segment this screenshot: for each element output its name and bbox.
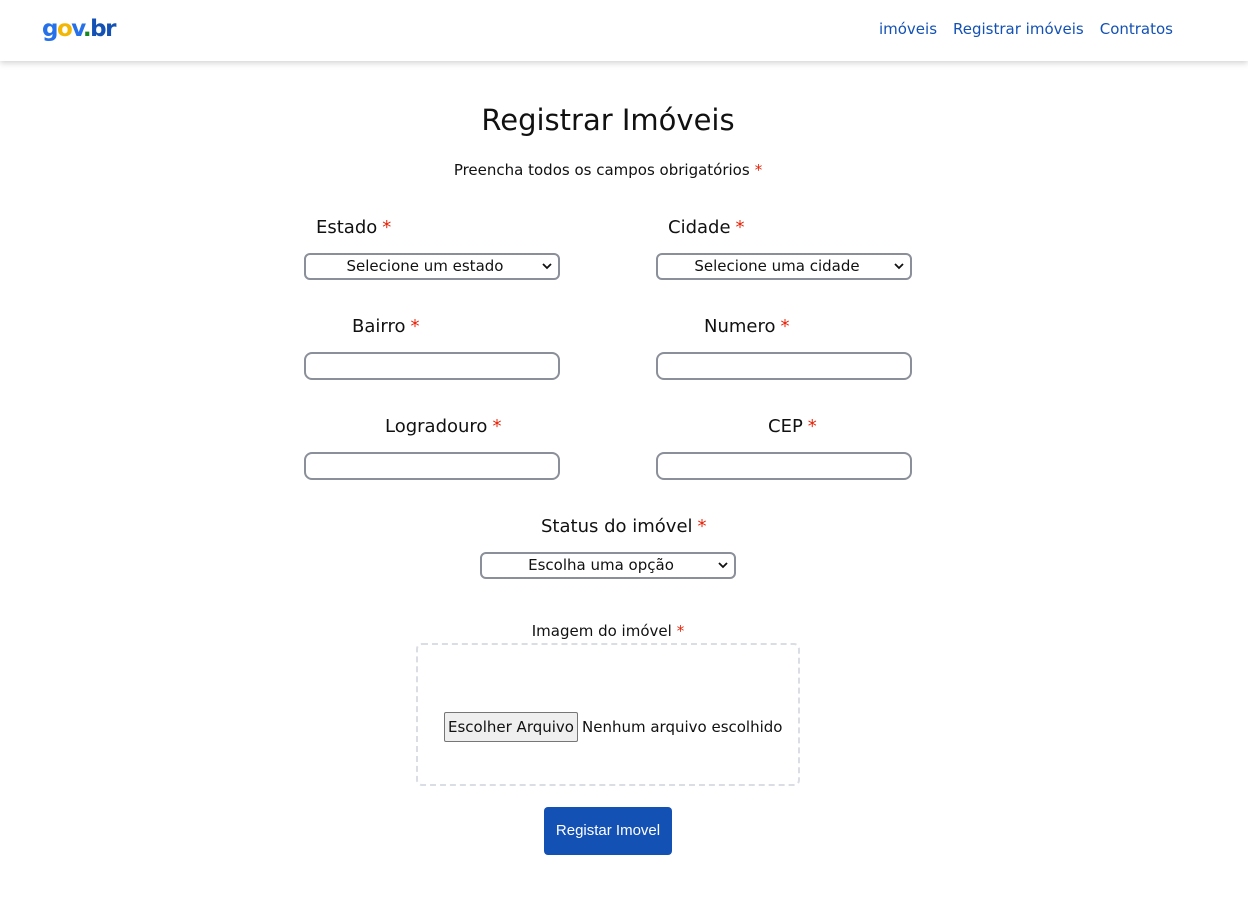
cidade-label-text: Cidade (668, 217, 731, 238)
cep-input[interactable] (656, 452, 912, 480)
register-property-button[interactable]: Registar Imovel (544, 807, 672, 855)
gov-br-logo[interactable]: gov.br (42, 14, 116, 44)
imagem-label: Imagem do imóvel * (416, 621, 800, 641)
required-asterisk: * (807, 416, 817, 437)
imagem-label-text: Imagem do imóvel (531, 622, 672, 640)
required-asterisk: * (754, 161, 763, 179)
required-asterisk: * (697, 516, 707, 537)
numero-label: Numero * (704, 316, 790, 338)
status-label-text: Status do imóvel (541, 516, 693, 537)
cidade-select[interactable]: Selecione uma cidade (656, 253, 912, 280)
form-instructions: Preencha todos os campos obrigatórios * (0, 160, 1216, 180)
status-label: Status do imóvel * (541, 516, 707, 538)
nav-link-contratos[interactable]: Contratos (1100, 19, 1173, 39)
logradouro-label-text: Logradouro (385, 416, 488, 437)
logradouro-label: Logradouro * (385, 416, 501, 438)
required-asterisk: * (780, 316, 790, 337)
numero-input[interactable] (656, 352, 912, 380)
page-title: Registrar Imóveis (481, 103, 735, 137)
numero-label-text: Numero (704, 316, 776, 337)
cep-label: CEP * (768, 416, 817, 438)
top-header: gov.br imóveis Registrar imóveis Contrat… (0, 0, 1248, 61)
logo-letter-v: v (71, 16, 84, 42)
logo-letters-br: br (90, 16, 116, 42)
file-status-text: Nenhum arquivo escolhido (582, 718, 783, 736)
main-nav: imóveis Registrar imóveis Contratos (879, 19, 1173, 39)
estado-select[interactable]: Selecione um estado (304, 253, 560, 280)
cep-label-text: CEP (768, 416, 803, 437)
status-select[interactable]: Escolha uma opção (480, 552, 736, 579)
chevron-down-icon (542, 263, 552, 270)
estado-label-text: Estado (316, 217, 378, 238)
status-select-value: Escolha uma opção (528, 556, 674, 574)
bairro-label: Bairro * (352, 316, 419, 338)
cidade-select-value: Selecione uma cidade (694, 257, 860, 275)
required-asterisk: * (676, 622, 685, 640)
estado-label: Estado * (316, 217, 391, 239)
logradouro-input[interactable] (304, 452, 560, 480)
logo-letter-o: o (56, 16, 73, 42)
nav-link-imoveis[interactable]: imóveis (879, 19, 937, 39)
required-asterisk: * (735, 217, 745, 238)
required-asterisk: * (382, 217, 392, 238)
required-asterisk: * (410, 316, 420, 337)
nav-link-registrar-imoveis[interactable]: Registrar imóveis (953, 19, 1084, 39)
bairro-input[interactable] (304, 352, 560, 380)
estado-select-value: Selecione um estado (346, 257, 504, 275)
bairro-label-text: Bairro (352, 316, 406, 337)
chevron-down-icon (718, 562, 728, 569)
logo-letter-g: g (42, 16, 58, 42)
chevron-down-icon (894, 263, 904, 270)
choose-file-button[interactable]: Escolher Arquivo (444, 712, 578, 742)
cidade-label: Cidade * (668, 217, 745, 239)
instructions-text: Preencha todos os campos obrigatórios (453, 161, 750, 179)
required-asterisk: * (492, 416, 502, 437)
